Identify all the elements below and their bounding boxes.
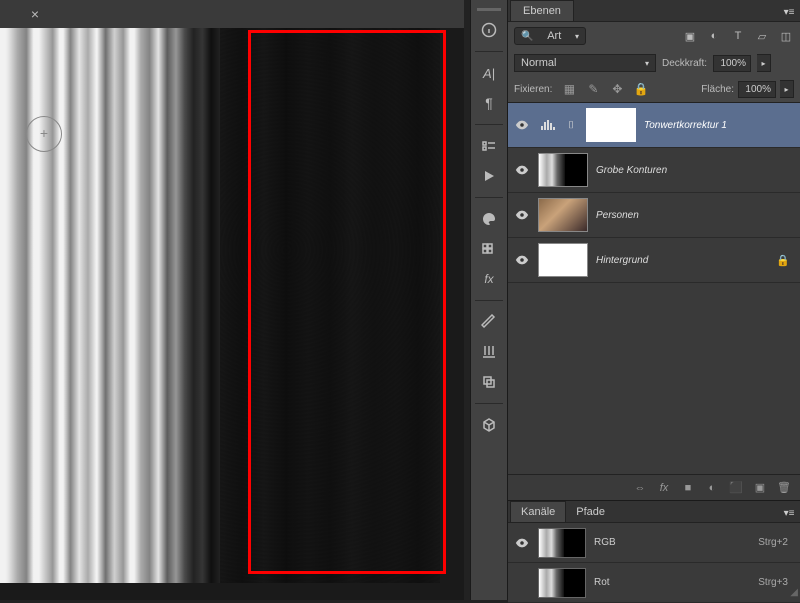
document-tab-bar: × [0, 0, 464, 28]
tab-paths[interactable]: Pfade [566, 502, 615, 522]
channels-list: RGB Strg+2 Rot Strg+3 [508, 523, 800, 603]
visibility-toggle[interactable] [514, 207, 530, 223]
filter-smart-icon[interactable]: ◫ [778, 28, 794, 44]
channel-shortcut: Strg+3 [758, 577, 788, 588]
filter-type-select[interactable]: 🔍 Art ▾ [514, 27, 586, 45]
layers-footer: ⇔ fx ■ ◐ ⬛ ▣ 🗑 [508, 474, 800, 500]
channel-row[interactable]: RGB Strg+2 [508, 523, 800, 563]
layers-panel: Ebenen ▾≡ 🔍 Art ▾ ▣ ◐ T ▱ ◫ Normal ▾ Dec… [508, 0, 800, 600]
layer-row[interactable]: Hintergrund 🔒 [508, 238, 800, 283]
opacity-label: Deckkraft: [662, 58, 707, 69]
tab-label: Pfade [576, 506, 605, 518]
delete-layer-button[interactable]: 🗑 [776, 480, 792, 496]
visibility-toggle[interactable] [514, 162, 530, 178]
canvas-area: × [0, 0, 464, 600]
brush-presets-panel-icon[interactable] [473, 339, 505, 365]
fill-stepper[interactable]: ▸ [780, 80, 794, 98]
lock-position-icon[interactable]: ✥ [608, 80, 626, 98]
layer-name[interactable]: Personen [596, 210, 639, 221]
chevron-down-icon: ▾ [575, 32, 579, 41]
panel-tab-bar: Ebenen ▾≡ [508, 0, 800, 22]
layer-thumbnail[interactable] [538, 198, 588, 232]
layer-mask-thumbnail[interactable] [586, 108, 636, 142]
blend-mode-select[interactable]: Normal ▾ [514, 54, 656, 72]
blend-mode-row: Normal ▾ Deckkraft: 100% ▸ [508, 50, 800, 76]
tab-channels[interactable]: Kanäle [510, 501, 566, 522]
add-mask-button[interactable]: ■ [680, 480, 696, 496]
resize-grip-icon[interactable]: ◢ [790, 587, 798, 598]
layer-fx-button[interactable]: fx [656, 480, 672, 496]
brush-cursor-icon [26, 116, 62, 152]
character-panel-icon[interactable]: A| [473, 60, 505, 86]
channel-name: RGB [594, 537, 616, 548]
paragraph-panel-icon[interactable]: ¶ [473, 90, 505, 116]
filter-pixel-icon[interactable]: ▣ [682, 28, 698, 44]
channel-shortcut: Strg+2 [758, 537, 788, 548]
lock-row: Fixieren: ▦ ✎ ✥ 🔒 Fläche: 100% ▸ [508, 76, 800, 102]
lock-transparency-icon[interactable]: ▦ [560, 80, 578, 98]
layer-thumbnail[interactable] [538, 153, 588, 187]
channels-panel: Kanäle Pfade ▾≡ RGB Strg+2 Rot Strg+3 [508, 500, 800, 603]
filter-label: Art [547, 30, 561, 42]
visibility-toggle[interactable] [514, 117, 530, 133]
layers-list: ⌷ Tonwertkorrektur 1 Grobe Konturen Pers… [508, 102, 800, 326]
filter-adjust-icon[interactable]: ◐ [706, 28, 722, 44]
layer-row[interactable]: Grobe Konturen [508, 148, 800, 193]
info-panel-icon[interactable] [473, 17, 505, 43]
layer-name[interactable]: Tonwertkorrektur 1 [644, 120, 727, 131]
visibility-toggle[interactable] [514, 575, 530, 591]
layer-filter-row: 🔍 Art ▾ ▣ ◐ T ▱ ◫ [508, 22, 800, 50]
layer-row[interactable]: ⌷ Tonwertkorrektur 1 [508, 103, 800, 148]
styles-panel-icon[interactable]: fx [473, 266, 505, 292]
filter-shape-icon[interactable]: ▱ [754, 28, 770, 44]
blend-mode-value: Normal [521, 57, 556, 69]
play-panel-icon[interactable] [473, 163, 505, 189]
channel-thumbnail[interactable] [538, 568, 586, 598]
opacity-stepper[interactable]: ▸ [757, 54, 771, 72]
lock-label: Fixieren: [514, 84, 552, 95]
link-layers-button[interactable]: ⇔ [632, 480, 648, 496]
layers-empty-area [508, 326, 800, 474]
lock-all-icon[interactable]: 🔒 [632, 80, 650, 98]
collapsed-panel-dock: A| ¶ fx [470, 0, 508, 600]
panel-menu-icon[interactable]: ▾≡ [780, 3, 798, 21]
lock-pixels-icon[interactable]: ✎ [584, 80, 602, 98]
layer-name[interactable]: Grobe Konturen [596, 165, 667, 176]
document-canvas[interactable] [0, 28, 440, 583]
tab-label: Ebenen [523, 5, 561, 17]
visibility-toggle[interactable] [514, 535, 530, 551]
channel-name: Rot [594, 577, 610, 588]
new-group-button[interactable]: ⬛ [728, 480, 744, 496]
panel-menu-icon[interactable]: ▾≡ [780, 504, 798, 522]
visibility-toggle[interactable] [514, 252, 530, 268]
filter-type-icon[interactable]: T [730, 28, 746, 44]
close-icon[interactable]: × [28, 7, 42, 21]
channel-row[interactable]: Rot Strg+3 [508, 563, 800, 603]
levels-adjustment-icon [538, 116, 560, 134]
actions-panel-icon[interactable] [473, 133, 505, 159]
fill-label: Fläche: [701, 84, 734, 95]
dock-grip-icon[interactable] [477, 8, 501, 11]
layer-thumbnail[interactable] [538, 243, 588, 277]
fill-input[interactable]: 100% [738, 81, 776, 98]
lock-indicator-icon: 🔒 [776, 254, 790, 267]
layer-name[interactable]: Hintergrund [596, 255, 648, 266]
color-panel-icon[interactable] [473, 206, 505, 232]
3d-panel-icon[interactable] [473, 412, 505, 438]
brush-panel-icon[interactable] [473, 309, 505, 335]
tab-layers[interactable]: Ebenen [510, 0, 574, 21]
clone-source-panel-icon[interactable] [473, 369, 505, 395]
mask-link-icon[interactable]: ⌷ [568, 120, 578, 131]
channel-thumbnail[interactable] [538, 528, 586, 558]
opacity-input[interactable]: 100% [713, 55, 751, 72]
chevron-down-icon: ▾ [645, 59, 649, 68]
add-adjustment-button[interactable]: ◐ [704, 480, 720, 496]
search-icon: 🔍 [521, 31, 533, 42]
new-layer-button[interactable]: ▣ [752, 480, 768, 496]
tab-label: Kanäle [521, 506, 555, 518]
channels-tab-bar: Kanäle Pfade ▾≡ [508, 501, 800, 523]
layer-row[interactable]: Personen [508, 193, 800, 238]
swatches-panel-icon[interactable] [473, 236, 505, 262]
